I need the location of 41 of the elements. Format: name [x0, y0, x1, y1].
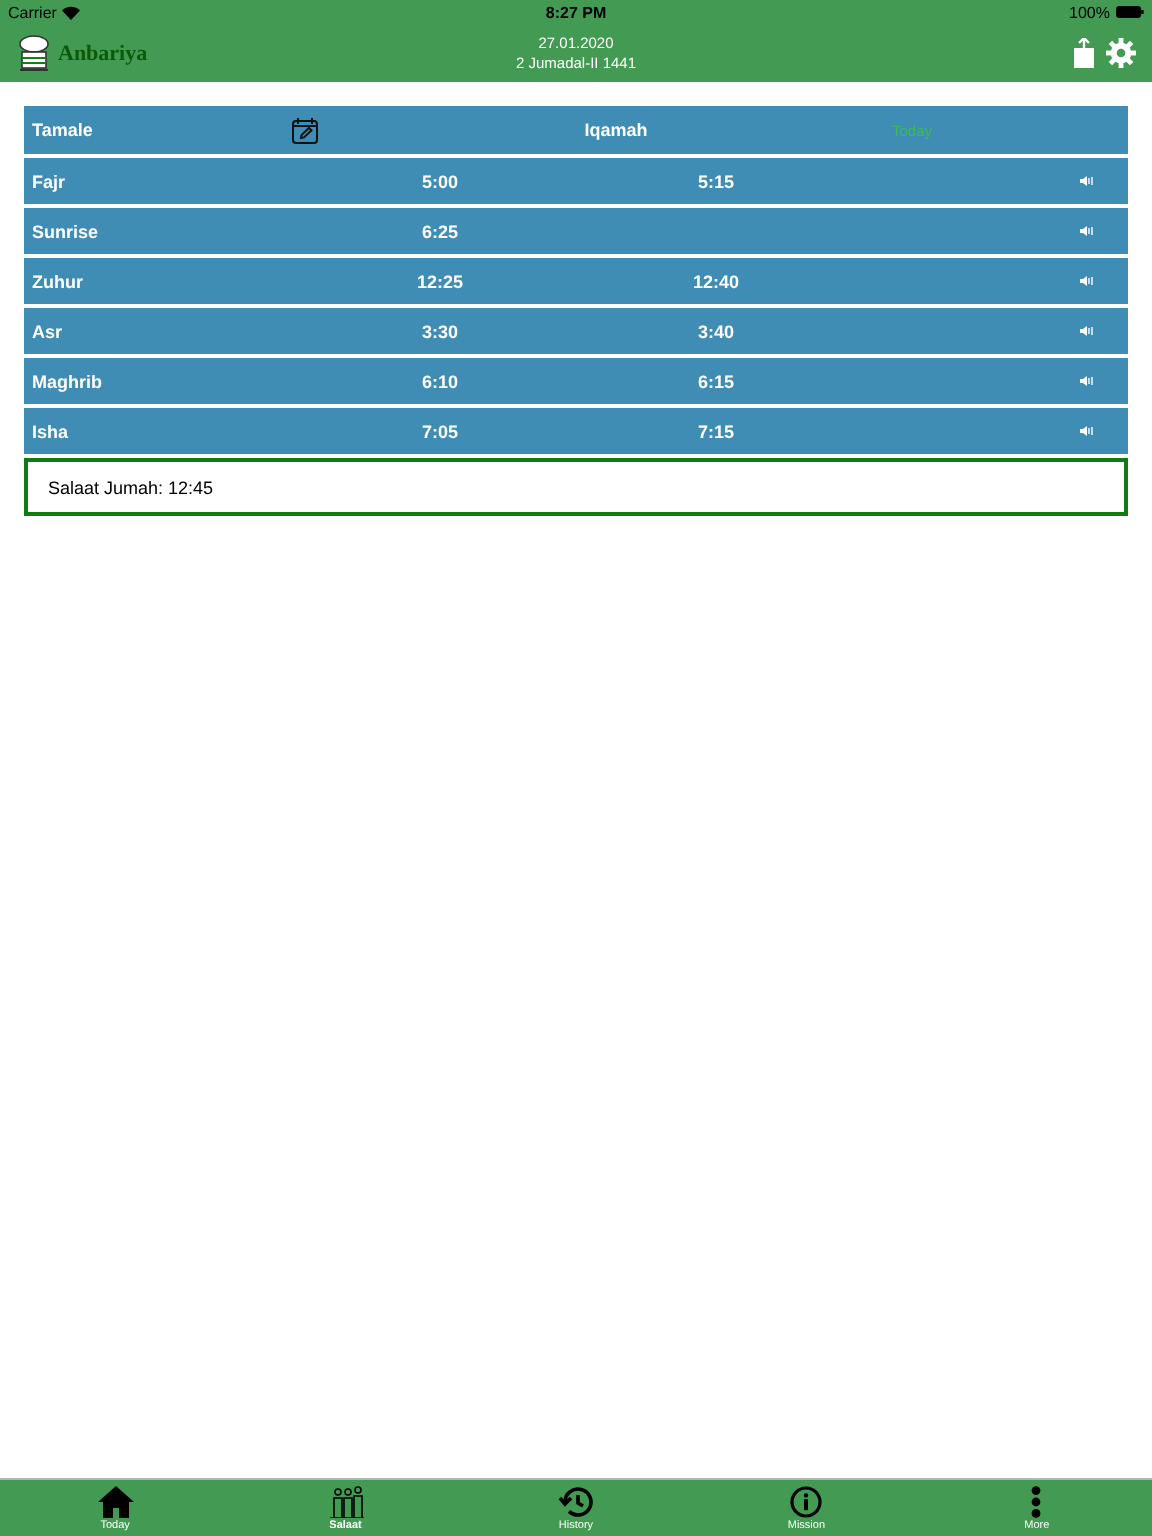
- prayer-name: Asr: [32, 321, 65, 341]
- speaker-icon[interactable]: [1080, 276, 1094, 286]
- more-icon: [1030, 1485, 1043, 1517]
- adhan-time: 5:00: [419, 171, 460, 191]
- speaker-icon[interactable]: [1080, 376, 1094, 386]
- prayer-name: Maghrib: [32, 371, 104, 391]
- speaker-icon[interactable]: [1080, 176, 1094, 186]
- jumah-banner: Salaat Jumah: 12:45: [24, 458, 1128, 516]
- prayer-name: Fajr: [32, 171, 68, 191]
- iqamah-time: 3:40: [695, 321, 736, 341]
- prayer-name: Isha: [32, 421, 71, 441]
- adhan-time: 12:25: [414, 271, 466, 291]
- settings-icon[interactable]: [1106, 38, 1136, 68]
- app-name: Anbariya: [58, 41, 148, 65]
- adhan-time: 6:10: [419, 371, 460, 391]
- iqamah-time: 7:15: [695, 421, 736, 441]
- adhan-time: 6:25: [419, 221, 460, 241]
- column-header: Iqamah: [582, 120, 650, 140]
- adhan-time: 7:05: [419, 421, 460, 441]
- prayer-name: Sunrise: [32, 221, 101, 241]
- iqamah-time: 6:15: [695, 371, 736, 391]
- home-icon: [97, 1485, 134, 1517]
- calendar-edit-icon[interactable]: [292, 117, 318, 143]
- logo-icon: [16, 33, 52, 73]
- city-name: Tamale: [32, 120, 95, 140]
- speaker-icon[interactable]: [1080, 426, 1094, 436]
- battery-icon: [1116, 6, 1144, 18]
- adhan-time: 3:30: [419, 321, 460, 341]
- iqamah-time: 5:15: [695, 171, 736, 191]
- people-praying-icon: [327, 1485, 364, 1517]
- battery-percent: 100%: [1069, 3, 1110, 21]
- wifi-icon: [62, 5, 81, 19]
- speaker-icon[interactable]: [1080, 326, 1094, 336]
- speaker-icon[interactable]: [1080, 226, 1094, 236]
- info-icon: [788, 1485, 825, 1517]
- prayer-name: Zuhur: [32, 271, 85, 291]
- share-icon[interactable]: [1072, 38, 1096, 68]
- iqamah-time: 12:40: [690, 271, 742, 291]
- clock: 8:27 PM: [545, 3, 607, 21]
- carrier-label: Carrier: [8, 3, 57, 21]
- history-icon: [557, 1485, 594, 1517]
